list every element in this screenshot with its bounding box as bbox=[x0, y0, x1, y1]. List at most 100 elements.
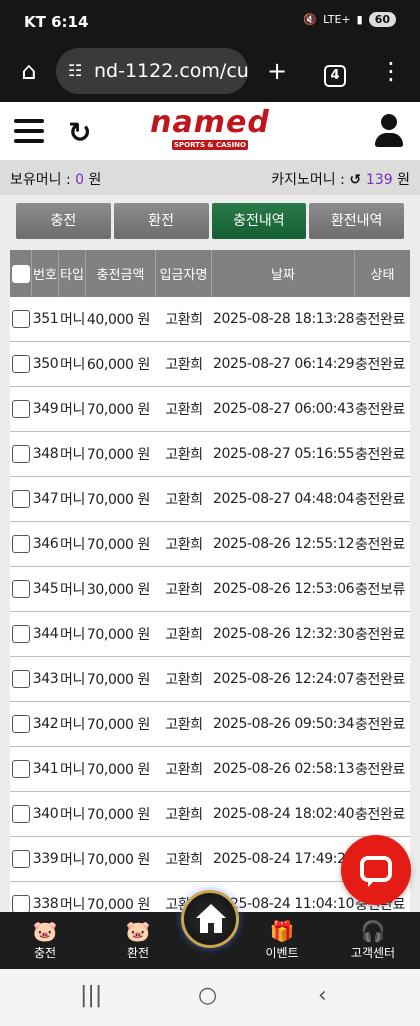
url-bar[interactable]: ☷ nd-1122.com/cust bbox=[56, 48, 248, 94]
nav-deposit[interactable]: 🐷 충전 bbox=[10, 918, 80, 961]
row-checkbox[interactable] bbox=[10, 760, 32, 778]
tab-deposit[interactable]: 충전 bbox=[16, 203, 111, 239]
table-row: 343 머니 70,000 원 고환희 2025-08-26 12:24:07 충전완료 bbox=[10, 657, 410, 702]
row-checkbox[interactable] bbox=[10, 535, 32, 553]
row-amount: 70,000 원 bbox=[86, 537, 151, 553]
row-type: 머니 bbox=[60, 807, 85, 823]
table-row: 341 머니 70,000 원 고환희 2025-08-26 02:58:13 충전완료 bbox=[10, 747, 410, 792]
row-number: 345 bbox=[32, 581, 59, 597]
row-depositor: 고환희 bbox=[165, 537, 203, 553]
row-number: 347 bbox=[32, 491, 59, 507]
header-amount: 충전금액 bbox=[86, 250, 156, 297]
mute-icon: 🔇 bbox=[303, 13, 318, 26]
hamburger-menu-icon[interactable] bbox=[14, 119, 44, 143]
row-amount: 70,000 원 bbox=[86, 807, 151, 823]
row-number: 350 bbox=[32, 356, 59, 372]
system-home-icon[interactable]: ○ bbox=[198, 983, 217, 1008]
live-chat-button[interactable] bbox=[341, 835, 411, 905]
row-number: 339 bbox=[32, 851, 59, 867]
signal-label: LTE+ bbox=[323, 13, 351, 26]
row-type: 머니 bbox=[60, 582, 85, 598]
carrier-time: KT 6:14 bbox=[24, 13, 89, 31]
row-checkbox[interactable] bbox=[10, 400, 32, 418]
row-amount: 30,000 원 bbox=[86, 582, 151, 598]
hold-money-value: 0 bbox=[75, 172, 85, 188]
nav-withdraw[interactable]: 🐷 환전 bbox=[103, 918, 173, 961]
row-date: 2025-08-27 04:48:04 bbox=[213, 491, 355, 507]
row-checkbox[interactable] bbox=[10, 580, 32, 598]
row-checkbox[interactable] bbox=[10, 310, 32, 328]
row-checkbox[interactable] bbox=[10, 445, 32, 463]
home-icon[interactable]: ⌂ bbox=[12, 54, 46, 88]
table-body: 351 머니 40,000 원 고환희 2025-08-28 18:13:28 충전완료 3… bbox=[10, 297, 410, 927]
header-type: 타입 bbox=[59, 250, 86, 297]
table-row: 344 머니 70,000 원 고환희 2025-08-26 12:32:30 충전완료 bbox=[10, 612, 410, 657]
row-number: 346 bbox=[32, 536, 59, 552]
row-date: 2025-08-26 12:53:06 bbox=[213, 581, 355, 597]
site-logo[interactable]: named SPORTS & CASINO bbox=[136, 108, 284, 154]
row-depositor: 고환희 bbox=[165, 357, 203, 373]
nav-event[interactable]: 🎁 이벤트 bbox=[247, 918, 317, 961]
site-settings-icon[interactable]: ☷ bbox=[68, 48, 82, 94]
tab-switcher-button[interactable]: 4 bbox=[318, 54, 352, 88]
user-icon[interactable] bbox=[374, 114, 404, 148]
row-date: 2025-08-26 12:55:12 bbox=[213, 536, 355, 552]
row-type: 머니 bbox=[60, 492, 85, 508]
row-status: 충전완료 bbox=[355, 492, 405, 508]
table-row: 340 머니 70,000 원 고환희 2025-08-24 18:02:40 충전완료 bbox=[10, 792, 410, 837]
back-icon[interactable]: ‹ bbox=[318, 983, 327, 1008]
status-bar: KT 6:14 🔇 LTE+ ▮ 60 bbox=[0, 0, 420, 44]
logo-subtitle: SPORTS & CASINO bbox=[172, 140, 248, 150]
row-number: 340 bbox=[32, 806, 59, 822]
row-checkbox[interactable] bbox=[10, 625, 32, 643]
row-type: 머니 bbox=[60, 357, 85, 373]
home-button[interactable] bbox=[181, 890, 239, 948]
browser-menu-icon[interactable]: ⋮ bbox=[374, 54, 408, 88]
new-tab-icon[interactable]: + bbox=[260, 54, 294, 88]
row-amount: 60,000 원 bbox=[86, 357, 151, 373]
row-amount: 40,000 원 bbox=[86, 312, 151, 328]
system-nav-bar: ||| ○ ‹ bbox=[0, 969, 420, 1026]
battery-indicator: 60 bbox=[368, 12, 396, 27]
row-status: 충전완료 bbox=[355, 672, 405, 688]
casino-refresh-icon[interactable]: ↺ bbox=[349, 172, 366, 188]
recent-apps-icon[interactable]: ||| bbox=[80, 983, 102, 1008]
row-checkbox[interactable] bbox=[10, 805, 32, 823]
refresh-icon[interactable]: ↻ bbox=[68, 116, 91, 149]
tab-withdraw-history[interactable]: 환전내역 bbox=[309, 203, 404, 239]
row-amount: 70,000 원 bbox=[86, 402, 151, 418]
table-header: 번호 타입 충전금액 입금자명 날짜 상태 bbox=[10, 250, 410, 297]
row-type: 머니 bbox=[60, 852, 85, 868]
row-date: 2025-08-26 12:32:30 bbox=[213, 626, 355, 642]
url-text: nd-1122.com/cust bbox=[94, 60, 248, 82]
site-header: ↻ named SPORTS & CASINO bbox=[0, 102, 420, 160]
row-type: 머니 bbox=[60, 672, 85, 688]
row-date: 2025-08-24 18:02:40 bbox=[213, 806, 355, 822]
table-row: 347 머니 70,000 원 고환희 2025-08-27 04:48:04 충전완료 bbox=[10, 477, 410, 522]
row-checkbox[interactable] bbox=[10, 895, 32, 913]
row-date: 2025-08-28 18:13:28 bbox=[213, 311, 355, 327]
nav-customer-center[interactable]: 🎧 고객센터 bbox=[338, 918, 408, 961]
select-all-checkbox[interactable] bbox=[10, 250, 32, 297]
row-type: 머니 bbox=[60, 717, 85, 733]
table-row: 350 머니 60,000 원 고환희 2025-08-27 06:14:29 충전완료 bbox=[10, 342, 410, 387]
row-status: 충전완료 bbox=[355, 357, 405, 373]
house-icon bbox=[196, 904, 226, 933]
row-checkbox[interactable] bbox=[10, 850, 32, 868]
row-number: 341 bbox=[32, 761, 59, 777]
row-status: 충전완료 bbox=[355, 807, 405, 823]
casino-money-value: 139 bbox=[365, 172, 393, 188]
row-amount: 70,000 원 bbox=[86, 627, 151, 643]
gift-icon: 🎁 bbox=[269, 919, 295, 943]
row-checkbox[interactable] bbox=[10, 715, 32, 733]
tab-deposit-history[interactable]: 충전내역 bbox=[211, 203, 307, 239]
row-checkbox[interactable] bbox=[10, 490, 32, 508]
row-number: 342 bbox=[32, 716, 59, 732]
row-checkbox[interactable] bbox=[10, 670, 32, 688]
tab-withdraw[interactable]: 환전 bbox=[113, 203, 209, 239]
table-row: 346 머니 70,000 원 고환희 2025-08-26 12:55:12 충전완료 bbox=[10, 522, 410, 567]
row-depositor: 고환희 bbox=[165, 762, 203, 778]
row-depositor: 고환희 bbox=[165, 582, 203, 598]
row-depositor: 고환희 bbox=[165, 447, 203, 463]
row-checkbox[interactable] bbox=[10, 355, 32, 373]
